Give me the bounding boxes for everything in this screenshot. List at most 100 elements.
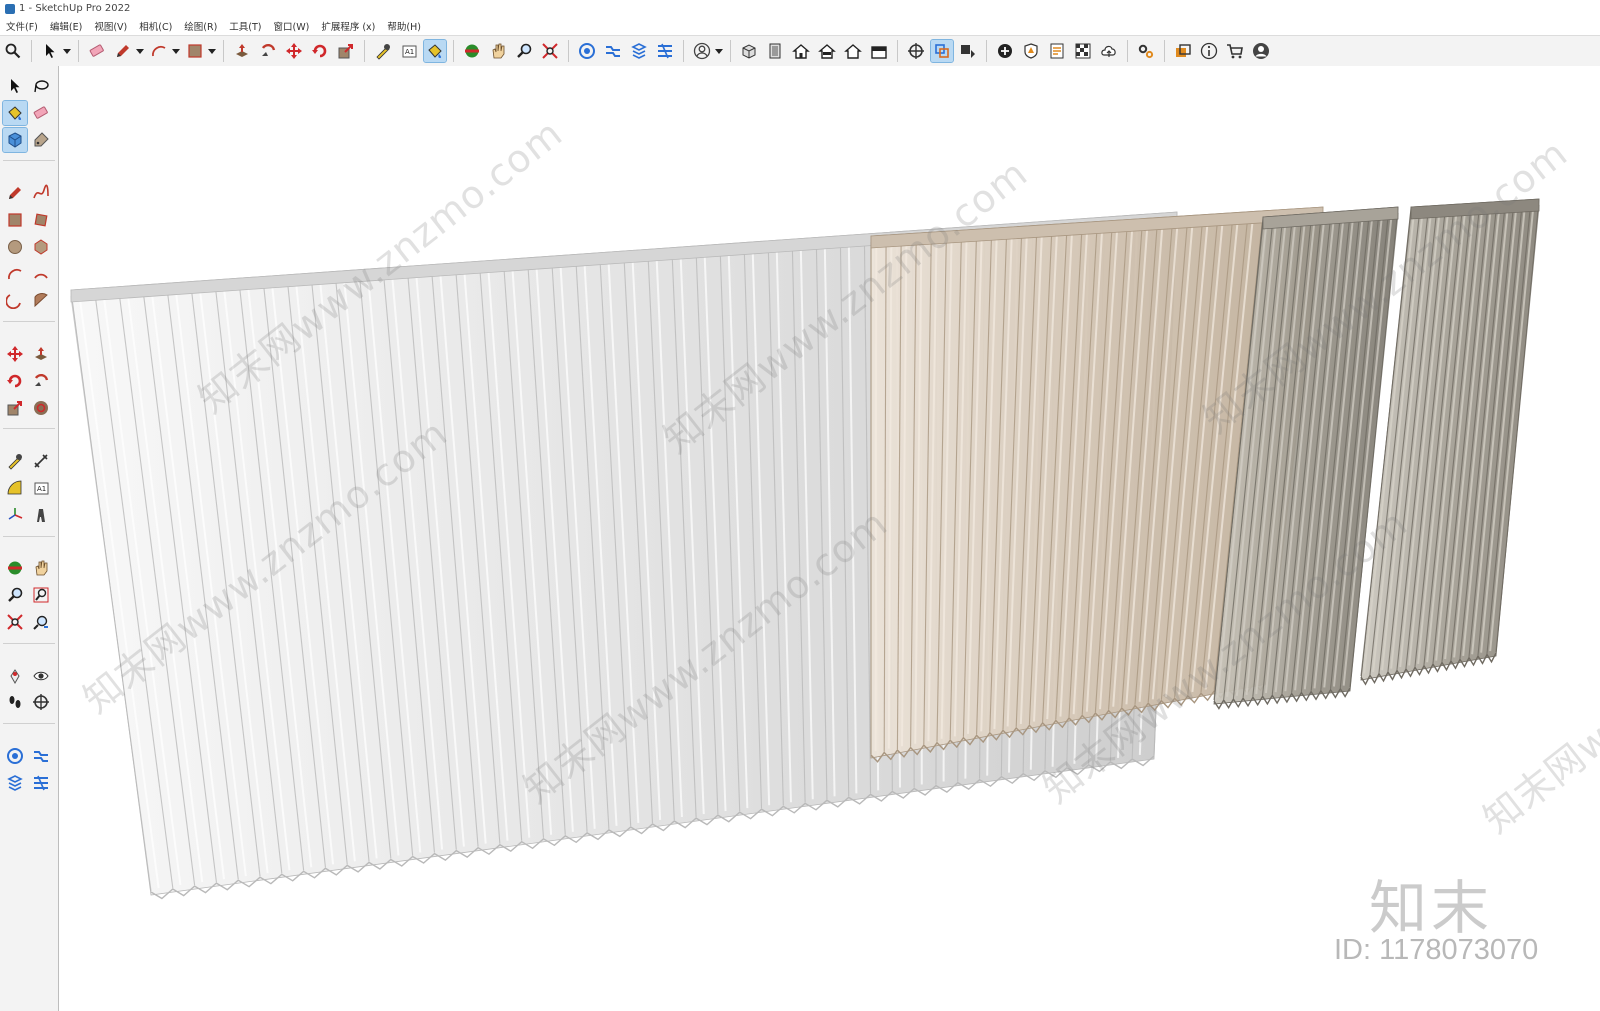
user-account-icon[interactable] xyxy=(691,40,713,62)
follow-me-icon[interactable] xyxy=(29,369,53,393)
svg-text:A1: A1 xyxy=(405,48,414,56)
two-point-arc-icon[interactable] xyxy=(29,262,53,286)
front-view-icon[interactable] xyxy=(790,40,812,62)
zoom-extents-icon[interactable] xyxy=(3,610,27,634)
settings-gears-icon[interactable] xyxy=(1135,40,1157,62)
move-icon[interactable] xyxy=(3,342,27,366)
push-pull-icon[interactable] xyxy=(29,342,53,366)
lasso-select-icon[interactable] xyxy=(29,74,53,98)
pan-icon[interactable] xyxy=(29,556,53,580)
warehouse-icon[interactable] xyxy=(576,40,598,62)
top-view-icon[interactable] xyxy=(764,40,786,62)
section-fill-icon[interactable] xyxy=(957,40,979,62)
back-view-icon[interactable] xyxy=(842,40,864,62)
look-around-icon[interactable] xyxy=(29,664,53,688)
arc-icon[interactable] xyxy=(148,40,170,62)
component-icon[interactable] xyxy=(2,126,28,153)
menu-item[interactable]: 编辑(E) xyxy=(44,19,88,33)
scale-icon[interactable] xyxy=(3,396,27,420)
section-plane-icon[interactable] xyxy=(29,690,53,714)
send-to-layout-icon[interactable] xyxy=(29,771,53,795)
section-plane-icon[interactable] xyxy=(905,40,927,62)
freehand-icon[interactable] xyxy=(29,181,53,205)
zoom-icon[interactable] xyxy=(513,40,535,62)
photo-texture-icon[interactable] xyxy=(1046,40,1068,62)
rotated-rectangle-icon[interactable] xyxy=(29,208,53,232)
select-arrow-icon[interactable] xyxy=(3,74,27,98)
sandbox-icon[interactable] xyxy=(1072,40,1094,62)
previous-view-icon[interactable] xyxy=(29,610,53,634)
polygon-icon[interactable] xyxy=(29,235,53,259)
menu-item[interactable]: 工具(T) xyxy=(223,19,267,33)
pie-icon[interactable] xyxy=(29,288,53,312)
zoom-extents-icon[interactable] xyxy=(539,40,561,62)
eraser-icon[interactable] xyxy=(86,40,108,62)
chevron-down-icon[interactable] xyxy=(715,40,723,62)
tape-measure-icon[interactable] xyxy=(3,449,27,473)
3d-text-icon[interactable] xyxy=(29,503,53,527)
dimension-icon[interactable] xyxy=(29,449,53,473)
rotate-icon[interactable] xyxy=(309,40,331,62)
menu-item[interactable]: 绘图(R) xyxy=(178,19,223,33)
rectangle-icon[interactable] xyxy=(3,208,27,232)
search-icon[interactable] xyxy=(2,40,24,62)
layout-icon[interactable] xyxy=(628,40,650,62)
zoom-icon[interactable] xyxy=(3,583,27,607)
right-view-icon[interactable] xyxy=(816,40,838,62)
extension-manager-icon[interactable] xyxy=(3,771,27,795)
profile-icon[interactable] xyxy=(1250,40,1272,62)
tag-icon[interactable] xyxy=(29,128,53,152)
cart-icon[interactable] xyxy=(1224,40,1246,62)
layers-icon[interactable] xyxy=(1172,40,1194,62)
walk-icon[interactable] xyxy=(3,690,27,714)
send-to-layout-icon[interactable] xyxy=(654,40,676,62)
info-icon[interactable] xyxy=(1198,40,1220,62)
select-arrow-icon[interactable] xyxy=(39,40,61,62)
arc-icon[interactable] xyxy=(3,262,27,286)
model-viewport[interactable]: 知末网www.znzmo.com 知末网www.znzmo.com 知末网www… xyxy=(59,66,1600,1011)
push-pull-icon[interactable] xyxy=(231,40,253,62)
text-icon[interactable]: A1 xyxy=(398,40,420,62)
circle-icon[interactable] xyxy=(3,235,27,259)
chevron-down-icon[interactable] xyxy=(172,40,180,62)
menu-item[interactable]: 文件(F) xyxy=(0,19,44,33)
extension-warehouse-icon[interactable] xyxy=(602,40,624,62)
text-icon[interactable]: A1 xyxy=(29,476,53,500)
menu-item[interactable]: 视图(V) xyxy=(88,19,133,33)
menu-item[interactable]: 窗口(W) xyxy=(268,19,316,33)
orbit-icon[interactable] xyxy=(461,40,483,62)
pencil-icon[interactable] xyxy=(112,40,134,62)
move-icon[interactable] xyxy=(283,40,305,62)
chevron-down-icon[interactable] xyxy=(136,40,144,62)
cloud-upload-icon[interactable] xyxy=(1098,40,1120,62)
chevron-down-icon[interactable] xyxy=(208,40,216,62)
orbit-icon[interactable] xyxy=(3,556,27,580)
paint-bucket-icon[interactable] xyxy=(2,99,28,126)
iso-view-icon[interactable] xyxy=(738,40,760,62)
menu-item[interactable]: 扩展程序 (x) xyxy=(315,19,381,33)
offset-icon[interactable] xyxy=(29,396,53,420)
eraser-icon[interactable] xyxy=(29,101,53,125)
follow-me-icon[interactable] xyxy=(257,40,279,62)
menu-item[interactable]: 相机(C) xyxy=(133,19,178,33)
protractor-icon[interactable] xyxy=(3,476,27,500)
rotate-icon[interactable] xyxy=(3,369,27,393)
zoom-window-icon[interactable] xyxy=(29,583,53,607)
pan-icon[interactable] xyxy=(487,40,509,62)
chevron-down-icon[interactable] xyxy=(63,40,71,62)
position-camera-icon[interactable] xyxy=(3,664,27,688)
warehouse-icon[interactable] xyxy=(3,744,27,768)
display-section-planes-icon[interactable] xyxy=(930,39,954,63)
extension-warehouse-icon[interactable] xyxy=(29,744,53,768)
left-view-icon[interactable] xyxy=(868,40,890,62)
three-point-arc-icon[interactable] xyxy=(3,288,27,312)
scale-icon[interactable] xyxy=(335,40,357,62)
axes-icon[interactable] xyxy=(3,503,27,527)
tape-measure-icon[interactable] xyxy=(372,40,394,62)
toggle-terrain-icon[interactable] xyxy=(1020,40,1042,62)
line-icon[interactable] xyxy=(3,181,27,205)
rectangle-icon[interactable] xyxy=(184,40,206,62)
menu-item[interactable]: 帮助(H) xyxy=(381,19,427,33)
add-location-icon[interactable] xyxy=(994,40,1016,62)
paint-bucket-icon[interactable] xyxy=(423,39,447,63)
